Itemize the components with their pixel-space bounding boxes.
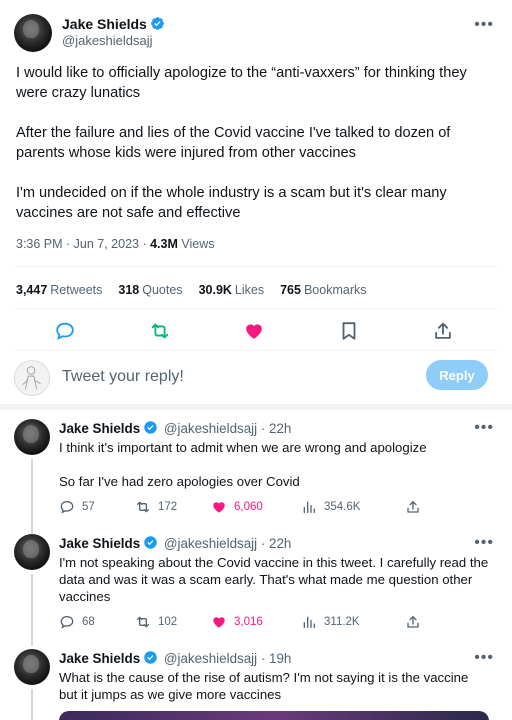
tweet-stats: 3,447 Retweets 318 Quotes 30.9K Likes 765 Bo…: [16, 283, 367, 297]
reply-avatar[interactable]: [14, 534, 50, 570]
more-options-icon[interactable]: •••: [474, 420, 494, 436]
thread-line: [31, 689, 33, 720]
retweet-icon: [137, 501, 149, 513]
reply-actions: 57 172 6,060 354.6K: [59, 499, 428, 515]
reply-input[interactable]: Tweet your reply!: [62, 368, 184, 386]
section-divider: [0, 404, 512, 410]
bookmarks-stat[interactable]: 765 Bookmarks: [280, 283, 366, 297]
tweet-paragraph: I would like to officially apologize to …: [16, 65, 467, 101]
retweet-count[interactable]: 102: [135, 614, 211, 630]
divider: [14, 266, 498, 267]
verified-badge-icon: [150, 17, 164, 30]
reply-icon: [60, 500, 74, 514]
likes-stat[interactable]: 30.9K Likes: [199, 283, 265, 297]
reply-text: What is the cause of the rise of autism?…: [59, 670, 469, 702]
media-preview[interactable]: [59, 711, 489, 720]
reply-avatar[interactable]: [14, 649, 50, 685]
verified-badge-icon: [144, 536, 157, 549]
verified-badge-icon: [144, 421, 157, 434]
like-icon: [213, 617, 225, 628]
thread-line: [31, 459, 33, 544]
view-count[interactable]: 311.2K: [301, 614, 405, 630]
like-count[interactable]: 6,060: [211, 499, 301, 515]
share-icon[interactable]: [405, 614, 428, 630]
author-name[interactable]: Jake Shields: [62, 16, 147, 32]
reply-author-name[interactable]: Jake Shields: [59, 536, 140, 551]
reply-handle[interactable]: @jakeshieldsajj · 22h: [164, 421, 291, 436]
verified-badge-icon: [144, 651, 157, 664]
tweet-actions: [54, 320, 454, 342]
quotes-stat[interactable]: 318 Quotes: [118, 283, 182, 297]
views-icon: [303, 616, 315, 628]
reply-handle[interactable]: @jakeshieldsajj · 22h: [164, 536, 291, 551]
reply-icon: [60, 615, 74, 629]
more-options-icon[interactable]: •••: [474, 535, 494, 551]
reply-text: I think it's important to admit when we …: [59, 440, 427, 489]
bookmark-icon[interactable]: [338, 320, 360, 342]
views-label: Views: [177, 237, 215, 251]
thread-line: [31, 574, 33, 646]
divider: [14, 308, 498, 309]
tweet-paragraph: After the failure and lies of the Covid …: [16, 125, 451, 161]
like-icon[interactable]: [243, 320, 265, 342]
retweet-icon[interactable]: [149, 320, 171, 342]
tweet-timestamp: 3:36 PM · Jun 7, 2023 · 4.3M Views: [16, 237, 215, 251]
reply-count[interactable]: 57: [59, 499, 135, 515]
reply-icon[interactable]: [54, 320, 76, 342]
reply-actions: 68 102 3,016 311.2K: [59, 614, 428, 630]
author-avatar[interactable]: [14, 14, 52, 52]
view-count[interactable]: 354.6K: [301, 499, 405, 515]
reply-text: I'm not speaking about the Covid vaccine…: [59, 555, 489, 604]
like-icon: [213, 502, 225, 513]
like-count[interactable]: 3,016: [211, 614, 301, 630]
reply-handle[interactable]: @jakeshieldsajj · 19h: [164, 651, 291, 666]
more-options-icon[interactable]: •••: [474, 17, 494, 33]
tweet-text: I would like to officially apologize to …: [16, 63, 496, 243]
share-icon[interactable]: [432, 320, 454, 342]
author-handle[interactable]: @jakeshieldsajj: [62, 33, 153, 48]
reply-count[interactable]: 68: [59, 614, 135, 630]
view-count: 4.3M: [150, 237, 178, 251]
user-avatar[interactable]: [14, 360, 50, 396]
reply-avatar[interactable]: [14, 419, 50, 455]
retweet-icon: [137, 616, 149, 628]
views-icon: [303, 501, 315, 513]
retweet-count[interactable]: 172: [135, 499, 211, 515]
tweet-time[interactable]: 3:36 PM · Jun 7, 2023 ·: [16, 237, 150, 251]
reply-button[interactable]: Reply: [426, 360, 488, 390]
divider: [14, 350, 498, 351]
share-icon[interactable]: [405, 499, 428, 515]
more-options-icon[interactable]: •••: [474, 650, 494, 666]
retweets-stat[interactable]: 3,447 Retweets: [16, 283, 102, 297]
reply-author-name[interactable]: Jake Shields: [59, 421, 140, 436]
reply-author-name[interactable]: Jake Shields: [59, 651, 140, 666]
tweet-paragraph: I'm undecided on if the whole industry i…: [16, 185, 447, 221]
